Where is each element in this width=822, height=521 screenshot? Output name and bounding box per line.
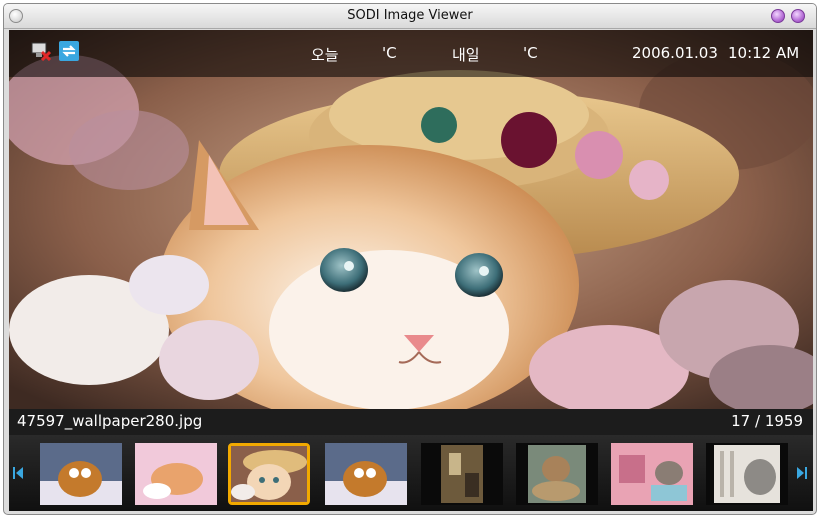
thumb-cat-in-basket[interactable] [516, 443, 598, 505]
main-photo[interactable]: 오늘 'C 내일 'C 2006.01.03 10:12 AM [9, 30, 813, 409]
image-info-bar: 47597_wallpaper280.jpg 17 / 1959 [9, 409, 813, 435]
status-overlay: 오늘 'C 내일 'C 2006.01.03 10:12 AM [9, 30, 813, 77]
time-display: 10:12 AM [728, 44, 800, 62]
today-label: 오늘 [311, 46, 339, 64]
minimize-button[interactable] [771, 9, 785, 23]
window-title: SODI Image Viewer [347, 8, 473, 23]
thumb-cat-radiator[interactable] [706, 443, 788, 505]
next-arrow-icon[interactable] [797, 465, 807, 481]
tomorrow-temperature: 'C [523, 44, 538, 62]
title-bar[interactable]: SODI Image Viewer [4, 4, 816, 29]
thumb-cat-on-bed-2[interactable] [325, 443, 407, 505]
tomorrow-label: 내일 [452, 46, 480, 64]
date-display: 2006.01.03 [632, 44, 718, 62]
thumbnail-strip [9, 435, 813, 511]
app-window: SODI Image Viewer 오늘 'C 내일 'C 2006.01.03… [3, 3, 817, 515]
thumb-kitten-pink-room[interactable] [611, 443, 693, 505]
thumb-room-interior[interactable] [421, 443, 503, 505]
disconnected-display-icon[interactable] [31, 41, 52, 62]
maximize-button[interactable] [791, 9, 805, 23]
previous-arrow-icon[interactable] [13, 465, 23, 481]
kitten-photo [9, 30, 813, 409]
thumb-kitten-straw-hat[interactable] [228, 443, 310, 505]
thumb-cat-on-bed[interactable] [40, 443, 122, 505]
image-viewer: 오늘 'C 내일 'C 2006.01.03 10:12 AM 47597_wa… [9, 30, 813, 511]
refresh-icon[interactable] [59, 41, 79, 61]
file-name: 47597_wallpaper280.jpg [17, 412, 203, 430]
thumb-kitten-sleeping-pink[interactable] [135, 443, 217, 505]
today-temperature: 'C [382, 44, 397, 62]
image-counter: 17 / 1959 [731, 412, 803, 430]
